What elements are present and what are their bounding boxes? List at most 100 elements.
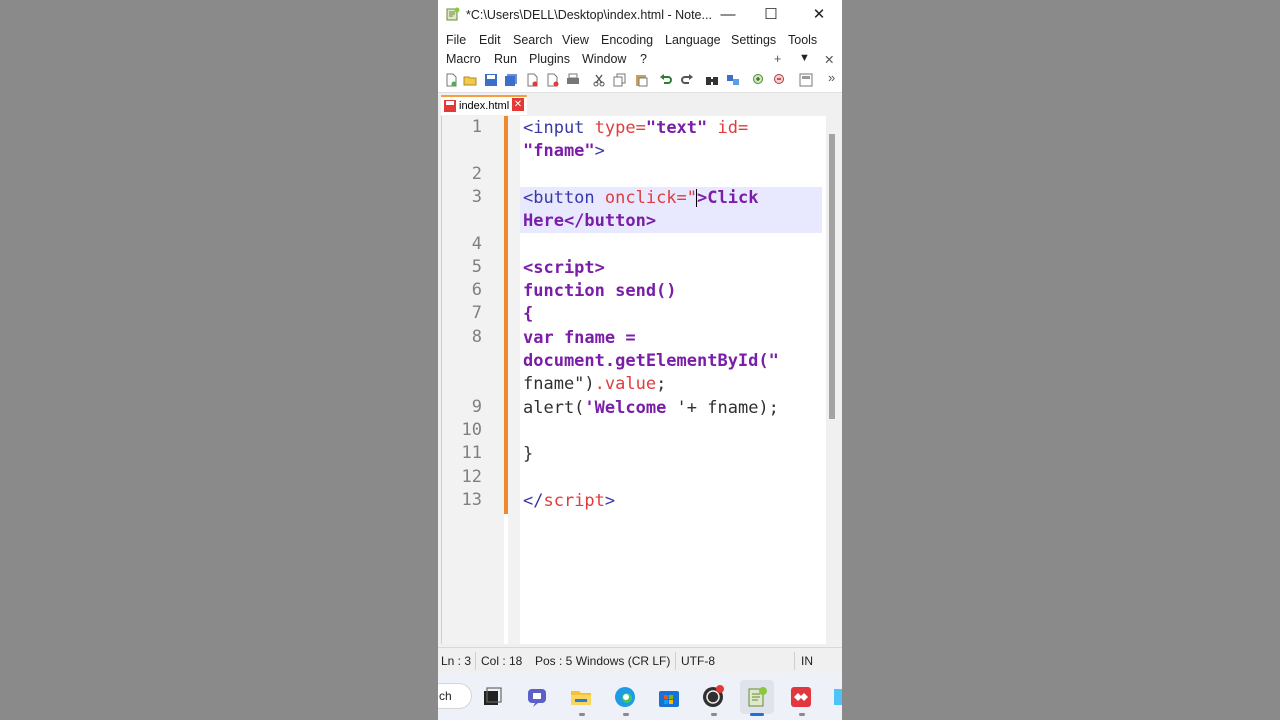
taskbar-search-text: ch <box>439 689 452 703</box>
code-token: .value <box>594 374 657 395</box>
status-column: Col : 18 <box>481 654 523 668</box>
open-file-icon[interactable] <box>463 73 477 87</box>
edge-icon[interactable] <box>613 685 637 709</box>
status-insert-mode: IN <box>801 654 813 668</box>
menu-plugins[interactable]: Plugins <box>529 52 570 66</box>
code-token: document.getElementById(" <box>523 351 779 371</box>
anydesk-icon[interactable] <box>789 685 813 709</box>
menu-edit[interactable]: Edit <box>479 33 501 47</box>
toolbar-overflow-button[interactable]: » <box>828 70 835 85</box>
menu-settings[interactable]: Settings <box>731 33 776 47</box>
tab-index-html[interactable]: index.html ✕ <box>441 95 527 115</box>
code-token: </ <box>523 490 544 511</box>
scrollbar-thumb[interactable] <box>829 134 835 419</box>
tab-close-icon[interactable]: ✕ <box>512 98 524 111</box>
close-document-button[interactable]: ✕ <box>824 52 834 67</box>
code-line: document.getElementById(" <box>523 350 779 373</box>
teams-icon[interactable] <box>525 685 549 709</box>
code-token: script <box>543 490 605 511</box>
toolbar: » <box>438 70 842 93</box>
new-tab-plus-button[interactable]: + <box>774 52 781 66</box>
menu-window[interactable]: Window <box>582 52 626 66</box>
menu-run[interactable]: Run <box>494 52 517 66</box>
code-token: ; <box>656 374 667 395</box>
unsaved-file-icon <box>444 100 456 112</box>
line-number: 11 <box>461 443 482 464</box>
paste-icon[interactable] <box>634 73 648 87</box>
running-indicator <box>711 713 717 716</box>
code-token: alert( <box>523 397 585 418</box>
line-number: 4 <box>471 233 482 254</box>
find-icon[interactable] <box>705 73 719 87</box>
running-indicator <box>623 713 629 716</box>
zoom-out-icon[interactable] <box>773 73 787 87</box>
menu-search[interactable]: Search <box>513 33 553 47</box>
code-token: > <box>594 141 605 162</box>
active-indicator <box>750 713 764 716</box>
menu-bar: File Edit Search View Encoding Language … <box>438 30 842 70</box>
close-all-icon[interactable] <box>546 73 560 87</box>
replace-icon[interactable] <box>726 73 740 87</box>
save-all-icon[interactable] <box>504 73 518 87</box>
code-token: id= <box>707 118 749 138</box>
more-apps-icon[interactable] <box>832 685 842 709</box>
code-line: var fname = <box>523 327 636 350</box>
code-line: <script> <box>523 257 605 280</box>
zoom-in-icon[interactable] <box>752 73 766 87</box>
menu-view[interactable]: View <box>562 33 589 47</box>
code-line: } <box>523 443 533 466</box>
code-line: function send() <box>523 280 677 303</box>
status-separator <box>475 652 476 670</box>
undo-icon[interactable] <box>659 73 673 87</box>
menu-language[interactable]: Language <box>665 33 721 47</box>
code-line: <input type="text" id= <box>523 117 748 140</box>
status-line: Ln : 3 <box>441 654 472 668</box>
code-editor[interactable]: 1 2 3 4 5 6 7 8 9 10 11 12 13 <input type="text" id=… <box>441 116 838 644</box>
menu-macro[interactable]: Macro <box>446 52 481 66</box>
line-number: 10 <box>461 419 482 440</box>
running-indicator <box>799 713 805 716</box>
task-view-icon[interactable] <box>480 685 504 709</box>
minimize-button[interactable]: — <box>713 4 743 26</box>
print-icon[interactable] <box>566 73 580 87</box>
code-line: Here</button> <box>523 210 656 233</box>
fold-margin <box>508 116 520 644</box>
menu-help[interactable]: ? <box>640 52 647 66</box>
close-button[interactable]: ✕ <box>804 4 834 26</box>
redo-icon[interactable] <box>680 73 694 87</box>
file-explorer-icon[interactable] <box>569 685 593 709</box>
line-number: 1 <box>471 117 482 137</box>
notepad-plus-plus-taskbar-icon[interactable] <box>745 685 769 709</box>
taskbar: ch <box>438 673 842 720</box>
status-position: Pos : 5 Windows (CR LF) <box>535 654 671 668</box>
close-file-icon[interactable] <box>525 73 539 87</box>
vertical-scrollbar[interactable] <box>826 116 838 644</box>
line-number: 9 <box>471 396 482 417</box>
code-token: } <box>523 444 534 465</box>
taskbar-search-box[interactable]: ch <box>438 683 472 709</box>
menu-file[interactable]: File <box>446 33 466 47</box>
code-line: <button onclick=">Click <box>523 187 758 210</box>
copy-icon[interactable] <box>613 73 627 87</box>
menu-tools[interactable]: Tools <box>788 33 817 47</box>
running-indicator <box>579 713 585 716</box>
save-icon[interactable] <box>484 73 498 87</box>
code-token: fname") <box>523 374 595 395</box>
cut-icon[interactable] <box>592 73 606 87</box>
line-number: 8 <box>471 326 482 347</box>
code-token: onclick= <box>604 187 687 208</box>
menu-encoding[interactable]: Encoding <box>601 33 653 47</box>
line-number: 3 <box>471 186 482 207</box>
tab-list-dropdown-button[interactable]: ▼ <box>799 52 810 64</box>
microsoft-store-icon[interactable] <box>657 685 681 709</box>
maximize-button[interactable]: ☐ <box>756 4 786 26</box>
obs-studio-icon[interactable] <box>701 685 725 709</box>
code-token: >Click <box>697 187 759 208</box>
status-separator <box>794 652 795 670</box>
code-token: var fname = <box>523 327 636 348</box>
notepad-plus-plus-icon <box>446 7 460 21</box>
sync-scroll-icon[interactable] <box>799 73 813 87</box>
code-token: { <box>523 304 534 325</box>
window-title: *C:\Users\DELL\Desktop\index.html - Note… <box>466 8 711 22</box>
new-file-icon[interactable] <box>444 73 458 87</box>
